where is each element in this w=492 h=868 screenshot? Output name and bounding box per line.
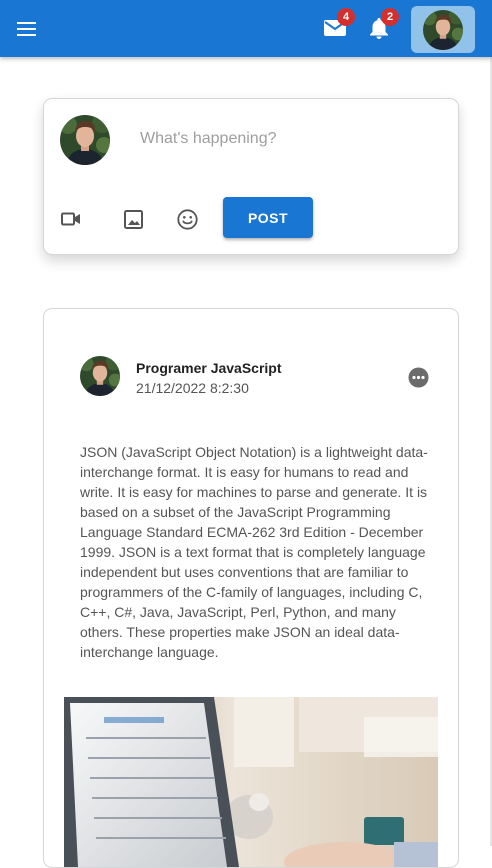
app-bar: 4 2 [0,0,492,57]
composer-input[interactable] [128,123,438,155]
post-body: JSON (JavaScript Object Notation) is a l… [80,444,428,660]
menu-icon [17,22,36,36]
video-icon [61,212,80,226]
emoji-icon [176,208,198,230]
post-button[interactable]: POST [223,197,313,238]
more-horizontal-icon[interactable] [408,367,429,388]
post-composer: POST [43,98,459,255]
mail-badge: 4 [337,8,355,26]
author-avatar [80,356,120,396]
mail-button[interactable]: 4 [318,8,355,45]
menu-button[interactable] [10,13,44,45]
profile-button[interactable] [411,6,475,53]
feed-post-card: Programer JavaScript 21/12/2022 8:2:30 J… [43,308,459,868]
add-video-button[interactable] [57,205,85,233]
post-image [64,697,438,867]
post-timestamp: 21/12/2022 8:2:30 [136,380,249,396]
avatar [423,10,463,50]
add-image-button[interactable] [119,205,147,233]
author-name: Programer JavaScript [136,360,282,376]
notifications-button[interactable]: 2 [362,8,399,45]
notifications-badge: 2 [381,8,399,26]
composer-avatar [60,115,110,165]
add-emoji-button[interactable] [173,205,201,233]
image-icon [123,209,143,229]
